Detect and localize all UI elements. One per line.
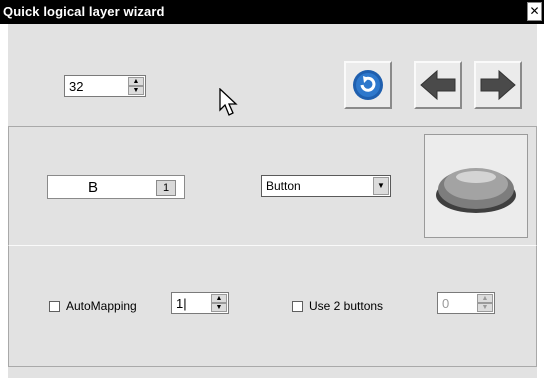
spin-down-icon[interactable]: ▼ <box>128 86 144 95</box>
mouse-cursor-icon <box>219 88 238 116</box>
use-2-buttons-spinner[interactable]: 0 ▲ ▼ <box>437 292 495 314</box>
layer-count-spinner[interactable]: 32 ▲ ▼ <box>64 75 146 97</box>
arrow-left-icon <box>420 69 456 101</box>
close-button[interactable]: ✕ <box>527 2 542 21</box>
button-preview[interactable] <box>424 134 528 238</box>
key-index-badge[interactable]: 1 <box>156 180 176 196</box>
spin-up-icon[interactable]: ▲ <box>477 294 493 303</box>
checkbox-icon[interactable] <box>292 300 303 312</box>
spin-up-icon[interactable]: ▲ <box>128 77 144 86</box>
automapping-value: 1| <box>176 296 187 311</box>
spin-down-icon[interactable]: ▼ <box>211 303 227 312</box>
arrow-right-icon <box>480 69 516 101</box>
use-2-buttons-label: Use 2 buttons <box>309 299 384 313</box>
use-2-buttons-value: 0 <box>442 296 450 311</box>
automapping-checkbox[interactable]: AutoMapping <box>49 299 137 313</box>
spin-up-icon[interactable]: ▲ <box>211 294 227 303</box>
refresh-button[interactable] <box>344 61 392 109</box>
spin-down-icon[interactable]: ▼ <box>477 303 493 312</box>
key-field[interactable]: B 1 <box>47 175 185 199</box>
forward-button[interactable] <box>474 61 522 109</box>
checkbox-icon[interactable] <box>49 300 60 312</box>
use-2-buttons-checkbox[interactable]: Use 2 buttons <box>292 299 383 313</box>
refresh-icon <box>353 70 383 100</box>
button-preview-icon <box>436 168 516 213</box>
back-button[interactable] <box>414 61 462 109</box>
automapping-label: AutoMapping <box>66 299 137 313</box>
chevron-down-icon[interactable]: ▼ <box>373 177 389 195</box>
layer-count-value: 32 <box>69 79 84 94</box>
type-select-value: Button <box>266 179 301 193</box>
automapping-spinner[interactable]: 1| ▲ ▼ <box>171 292 229 314</box>
wizard-window: 32 ▲ ▼ B 1 Button ▼ AutoMapping 1| ▲ ▼ U… <box>8 24 537 378</box>
type-select[interactable]: Button ▼ <box>261 175 391 197</box>
key-letter: B <box>88 179 99 196</box>
window-title: Quick logical layer wizard <box>3 4 165 19</box>
mapping-panel: AutoMapping 1| ▲ ▼ Use 2 buttons 0 ▲ ▼ <box>8 245 537 367</box>
title-bar: Quick logical layer wizard ✕ <box>0 0 544 24</box>
